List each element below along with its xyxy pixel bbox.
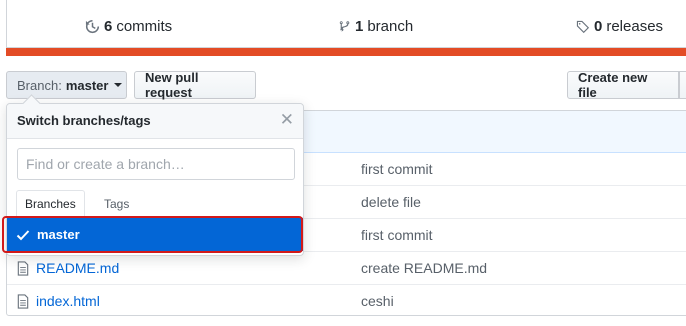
branch-name: master <box>65 77 109 93</box>
branch-count: 1 <box>355 17 364 35</box>
dropdown-header: Switch branches/tags ✕ <box>7 104 303 139</box>
branch-item-label: master <box>37 227 80 242</box>
commit-message[interactable]: create README.md <box>361 260 487 276</box>
commit-message[interactable]: delete file <box>361 194 421 210</box>
upload-files-button[interactable] <box>679 71 686 99</box>
create-new-file-button[interactable]: Create new file <box>567 70 679 100</box>
branch-dropdown: Switch branches/tags ✕ Branches Tags mas… <box>6 94 304 256</box>
file-name[interactable]: README.md <box>36 260 119 276</box>
branches-link[interactable]: 1 branch <box>336 16 413 36</box>
file-row[interactable]: index.html ceshi <box>7 285 686 315</box>
history-icon <box>85 19 100 33</box>
commit-message[interactable]: first commit <box>361 227 433 243</box>
file-row[interactable]: README.md create README.md <box>7 252 686 285</box>
file-name[interactable]: index.html <box>36 293 100 309</box>
language-bar <box>6 48 686 56</box>
file-icon <box>17 294 29 309</box>
tab-branches[interactable]: Branches <box>16 190 85 218</box>
commit-message[interactable]: ceshi <box>361 293 394 309</box>
close-icon[interactable]: ✕ <box>280 111 294 129</box>
branch-select-button[interactable]: Branch: master <box>6 71 127 99</box>
commits-count: 6 <box>104 17 113 35</box>
branch-prefix: Branch: <box>17 77 62 93</box>
tag-icon <box>576 20 590 33</box>
releases-link[interactable]: 0 releases <box>575 16 663 36</box>
repo-stats-bar: 6 commits 1 branch 0 releases <box>6 0 686 48</box>
new-pull-request-button[interactable]: New pull request <box>134 70 256 100</box>
branch-item-master[interactable]: master <box>7 218 303 251</box>
file-icon <box>17 261 29 276</box>
commit-message[interactable]: first commit <box>361 161 433 177</box>
releases-count: 0 <box>594 17 603 35</box>
git-branch-icon <box>339 20 350 31</box>
branch-label: branch <box>367 17 414 35</box>
caret-down-icon <box>114 83 123 87</box>
releases-label: releases <box>606 17 664 35</box>
check-icon <box>16 229 30 240</box>
tab-tags[interactable]: Tags <box>96 190 137 217</box>
commits-link[interactable]: 6 commits <box>85 16 172 36</box>
dropdown-title: Switch branches/tags <box>17 113 151 128</box>
dropdown-tabs: Branches Tags <box>7 190 303 218</box>
branch-filter-input[interactable] <box>17 148 295 180</box>
commits-label: commits <box>116 17 173 35</box>
